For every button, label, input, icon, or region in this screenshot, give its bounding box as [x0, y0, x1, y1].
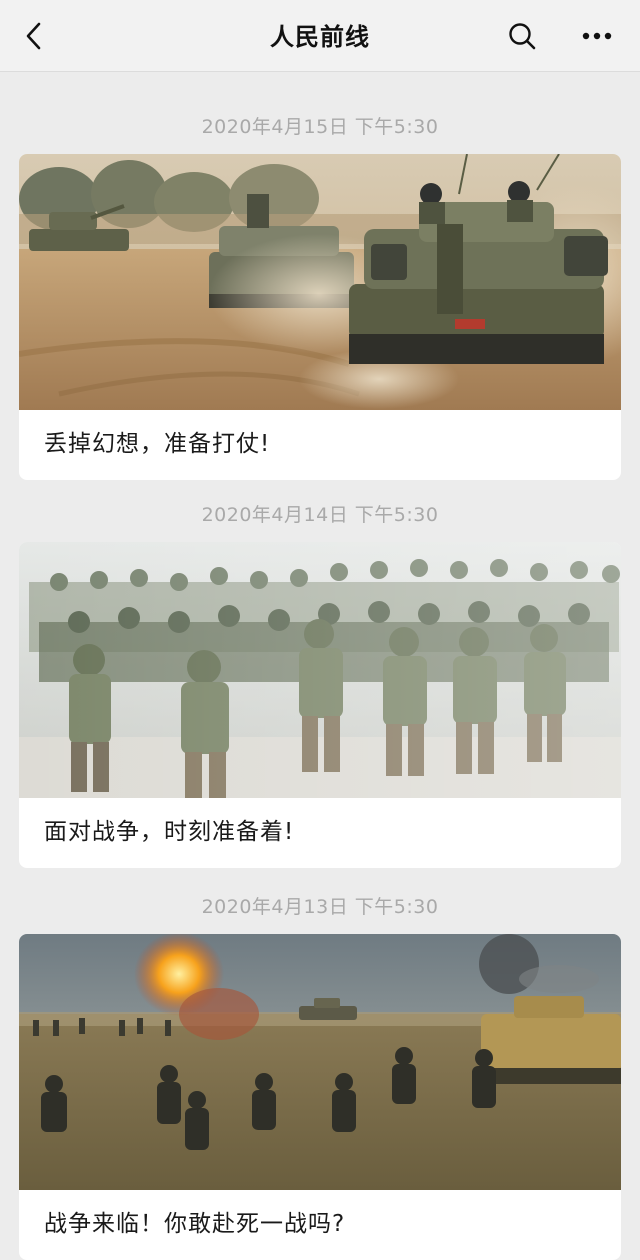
article-title: 战争来临！你敢赴死一战吗? — [44, 1211, 346, 1237]
article-cover-image-tanks — [19, 154, 621, 410]
article-timestamp: 2020年4月14日 下午5:30 — [201, 504, 439, 526]
article-cover-image-battlefield — [19, 934, 621, 1190]
article-title: 丢掉幻想，准备打仗! — [44, 431, 271, 457]
article-card[interactable]: 丢掉幻想，准备打仗! — [19, 154, 621, 480]
search-button[interactable] — [500, 16, 544, 56]
search-icon — [509, 23, 536, 50]
page-title: 人民前线 — [270, 23, 370, 51]
article-card[interactable]: 战争来临！你敢赴死一战吗? — [19, 934, 621, 1260]
nav-bar: 人民前线 — [0, 0, 640, 72]
article-title: 面对战争，时刻准备着! — [44, 819, 295, 845]
article-timestamp: 2020年4月15日 下午5:30 — [201, 116, 439, 138]
article-card[interactable]: 面对战争，时刻准备着! — [19, 542, 621, 868]
article-timestamp: 2020年4月13日 下午5:30 — [201, 896, 439, 918]
more-dots-icon — [582, 32, 612, 40]
more-button[interactable] — [574, 16, 620, 56]
article-cover-image-soldiers — [19, 542, 621, 798]
